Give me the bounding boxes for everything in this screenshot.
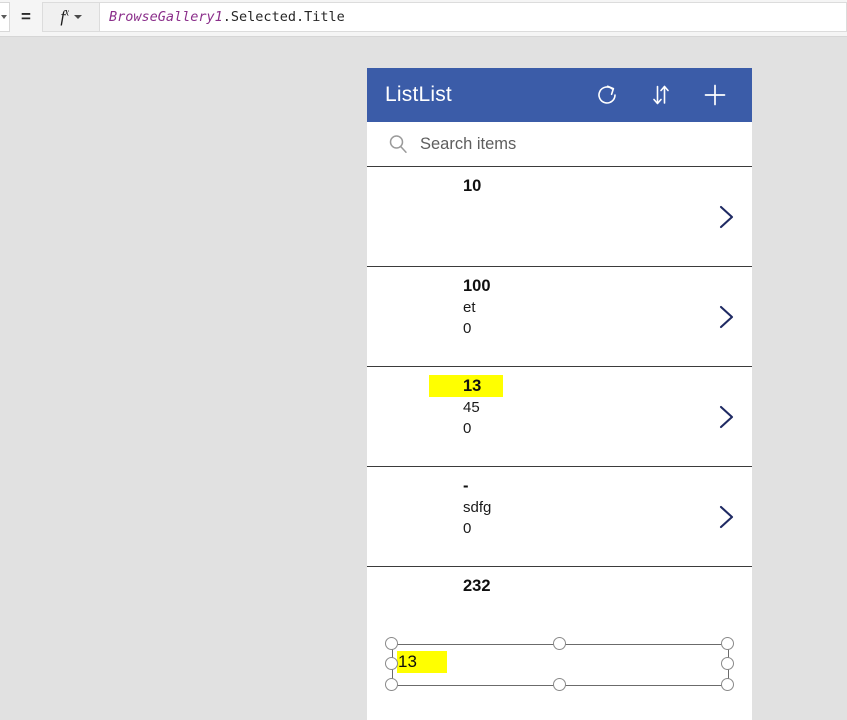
formula-rest-token: .Selected.Title (222, 9, 345, 25)
gallery-item[interactable]: 10 (367, 167, 752, 267)
chevron-down-icon (73, 15, 82, 19)
property-selector[interactable] (0, 2, 10, 32)
header-icon-group (594, 82, 728, 108)
formula-input[interactable]: BrowseGallery1 .Selected.Title (100, 2, 847, 32)
gallery-item-title: 13 (463, 375, 504, 397)
formula-identifier-token: BrowseGallery1 (109, 9, 223, 25)
resize-handle-middle-right[interactable] (721, 657, 734, 670)
resize-handle-bottom-right[interactable] (721, 678, 734, 691)
gallery-item-subtitle: et (463, 299, 476, 316)
gallery-item-subtitle-2: 0 (463, 420, 472, 437)
chevron-right-icon[interactable] (712, 503, 740, 531)
gallery-item-title: 100 (463, 277, 491, 295)
formula-bar: = fx BrowseGallery1 .Selected.Title (0, 0, 847, 37)
chevron-right-icon[interactable] (712, 303, 740, 331)
selected-label-text[interactable]: 13 (397, 651, 447, 673)
app-screen[interactable]: ListList Search items 10 100 et 0 13 45 … (367, 68, 752, 720)
selected-label-control[interactable]: 13 (385, 637, 734, 691)
add-icon[interactable] (702, 82, 728, 108)
chevron-down-icon (1, 15, 7, 19)
resize-handle-top-left[interactable] (385, 637, 398, 650)
gallery-item[interactable]: 232 (367, 567, 752, 627)
resize-handle-middle-left[interactable] (385, 657, 398, 670)
app-canvas[interactable]: ListList Search items 10 100 et 0 13 45 … (0, 37, 847, 720)
browse-gallery[interactable]: 10 100 et 0 13 45 0 - sdfg 0 232 (367, 167, 752, 627)
gallery-item-title: 232 (463, 577, 491, 595)
gallery-item-subtitle-2: 0 (463, 520, 472, 537)
app-header: ListList (367, 68, 752, 122)
chevron-right-icon[interactable] (712, 403, 740, 431)
fx-icon: fx (60, 7, 69, 26)
gallery-item-subtitle: sdfg (463, 499, 492, 516)
resize-handle-bottom-center[interactable] (553, 678, 566, 691)
app-title: ListList (385, 83, 452, 106)
gallery-item[interactable]: - sdfg 0 (367, 467, 752, 567)
refresh-icon[interactable] (594, 82, 620, 108)
search-bar[interactable]: Search items (367, 122, 752, 167)
fx-button[interactable]: fx (42, 2, 100, 32)
search-input[interactable]: Search items (420, 135, 516, 154)
search-icon (387, 133, 409, 155)
gallery-item-subtitle-2: 0 (463, 320, 472, 337)
gallery-item-subtitle: 45 (463, 399, 480, 416)
gallery-item[interactable]: 100 et 0 (367, 267, 752, 367)
gallery-item-selected[interactable]: 13 45 0 (367, 367, 752, 467)
resize-handle-top-center[interactable] (553, 637, 566, 650)
sort-icon[interactable] (648, 82, 674, 108)
chevron-right-icon[interactable] (712, 203, 740, 231)
resize-handle-top-right[interactable] (721, 637, 734, 650)
gallery-item-title: 10 (463, 177, 482, 195)
resize-handle-bottom-left[interactable] (385, 678, 398, 691)
equals-sign: = (21, 7, 31, 26)
gallery-item-title: - (463, 477, 469, 495)
